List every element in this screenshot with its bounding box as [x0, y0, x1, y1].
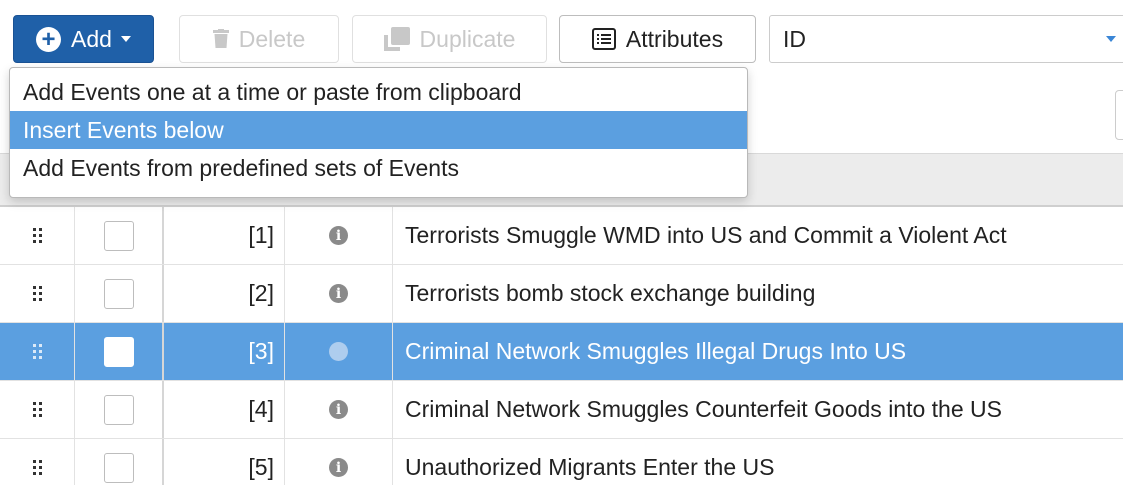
delete-button-label: Delete [238, 25, 306, 52]
row-select-cell [75, 381, 164, 438]
event-name[interactable]: Criminal Network Smuggles Counterfeit Go… [393, 381, 1123, 438]
table-row[interactable]: [4] i Criminal Network Smuggles Counterfei… [0, 381, 1123, 439]
row-select-cell [75, 323, 164, 380]
list-icon [591, 28, 616, 50]
drag-handle-icon[interactable] [32, 460, 42, 475]
drag-handle-cell[interactable] [0, 439, 75, 485]
row-checkbox[interactable] [103, 394, 134, 425]
info-icon[interactable]: i [329, 342, 348, 361]
row-checkbox[interactable] [103, 220, 134, 251]
info-cell: i [285, 381, 393, 438]
event-name[interactable]: Terrorists Smuggle WMD into US and Commi… [393, 207, 1123, 264]
info-icon[interactable]: i [329, 458, 348, 477]
info-cell: i [285, 265, 393, 322]
event-name[interactable]: Criminal Network Smuggles Illegal Drugs … [393, 323, 1123, 380]
row-checkbox[interactable] [103, 278, 134, 309]
row-select-cell [75, 207, 164, 264]
add-menu-item[interactable]: Add Events one at a time or paste from c… [10, 73, 747, 111]
drag-handle-icon[interactable] [32, 402, 42, 417]
add-button[interactable]: + Add [13, 15, 154, 63]
drag-handle-cell[interactable] [0, 265, 75, 322]
drag-handle-cell[interactable] [0, 207, 75, 264]
events-page: + Add Delete Duplicate Attributes ID [1]… [0, 0, 1123, 485]
info-icon[interactable]: i [329, 284, 348, 303]
table-row[interactable]: [5] i Unauthorized Migrants Enter the US [0, 439, 1123, 485]
event-name[interactable]: Unauthorized Migrants Enter the US [393, 439, 1123, 485]
drag-handle-icon[interactable] [32, 286, 42, 301]
add-menu-item[interactable]: Insert Events below [10, 111, 747, 149]
info-cell: i [285, 439, 393, 485]
row-checkbox[interactable] [103, 452, 134, 483]
event-id: [2] [164, 265, 285, 322]
table-row[interactable]: [2] i Terrorists bomb stock exchange build… [0, 265, 1123, 323]
add-dropdown-menu: Add Events one at a time or paste from c… [9, 67, 748, 198]
copy-icon [383, 27, 410, 51]
event-name[interactable]: Terrorists bomb stock exchange building [393, 265, 1123, 322]
event-id: [1] [164, 207, 285, 264]
delete-button[interactable]: Delete [179, 15, 339, 63]
caret-down-icon [120, 36, 131, 42]
event-id: [3] [164, 323, 285, 380]
filter-button[interactable] [1115, 90, 1123, 140]
row-checkbox[interactable] [103, 336, 134, 367]
info-icon[interactable]: i [329, 226, 348, 245]
drag-handle-icon[interactable] [32, 344, 42, 359]
sort-field-value: ID [783, 25, 806, 52]
event-id: [5] [164, 439, 285, 485]
drag-handle-icon[interactable] [32, 228, 42, 243]
sort-caret-down-icon [1106, 36, 1116, 42]
attributes-button[interactable]: Attributes [559, 15, 756, 63]
info-cell: i [285, 207, 393, 264]
row-select-cell [75, 439, 164, 485]
add-button-label: Add [71, 25, 112, 52]
row-select-cell [75, 265, 164, 322]
event-id: [4] [164, 381, 285, 438]
attributes-button-label: Attributes [625, 25, 724, 52]
info-icon[interactable]: i [329, 400, 348, 419]
duplicate-button[interactable]: Duplicate [352, 15, 547, 63]
drag-handle-cell[interactable] [0, 323, 75, 380]
drag-handle-cell[interactable] [0, 381, 75, 438]
plus-circle-icon: + [36, 26, 62, 52]
add-menu-item[interactable]: Add Events from predefined sets of Event… [10, 149, 747, 187]
trash-icon [212, 29, 229, 49]
duplicate-button-label: Duplicate [419, 25, 516, 52]
sort-field-select[interactable]: ID [769, 15, 1123, 63]
table-row[interactable]: [1] i Terrorists Smuggle WMD into US and C… [0, 207, 1123, 265]
info-cell: i [285, 323, 393, 380]
table-row[interactable]: [3] i Criminal Network Smuggles Illegal Dr… [0, 323, 1123, 381]
